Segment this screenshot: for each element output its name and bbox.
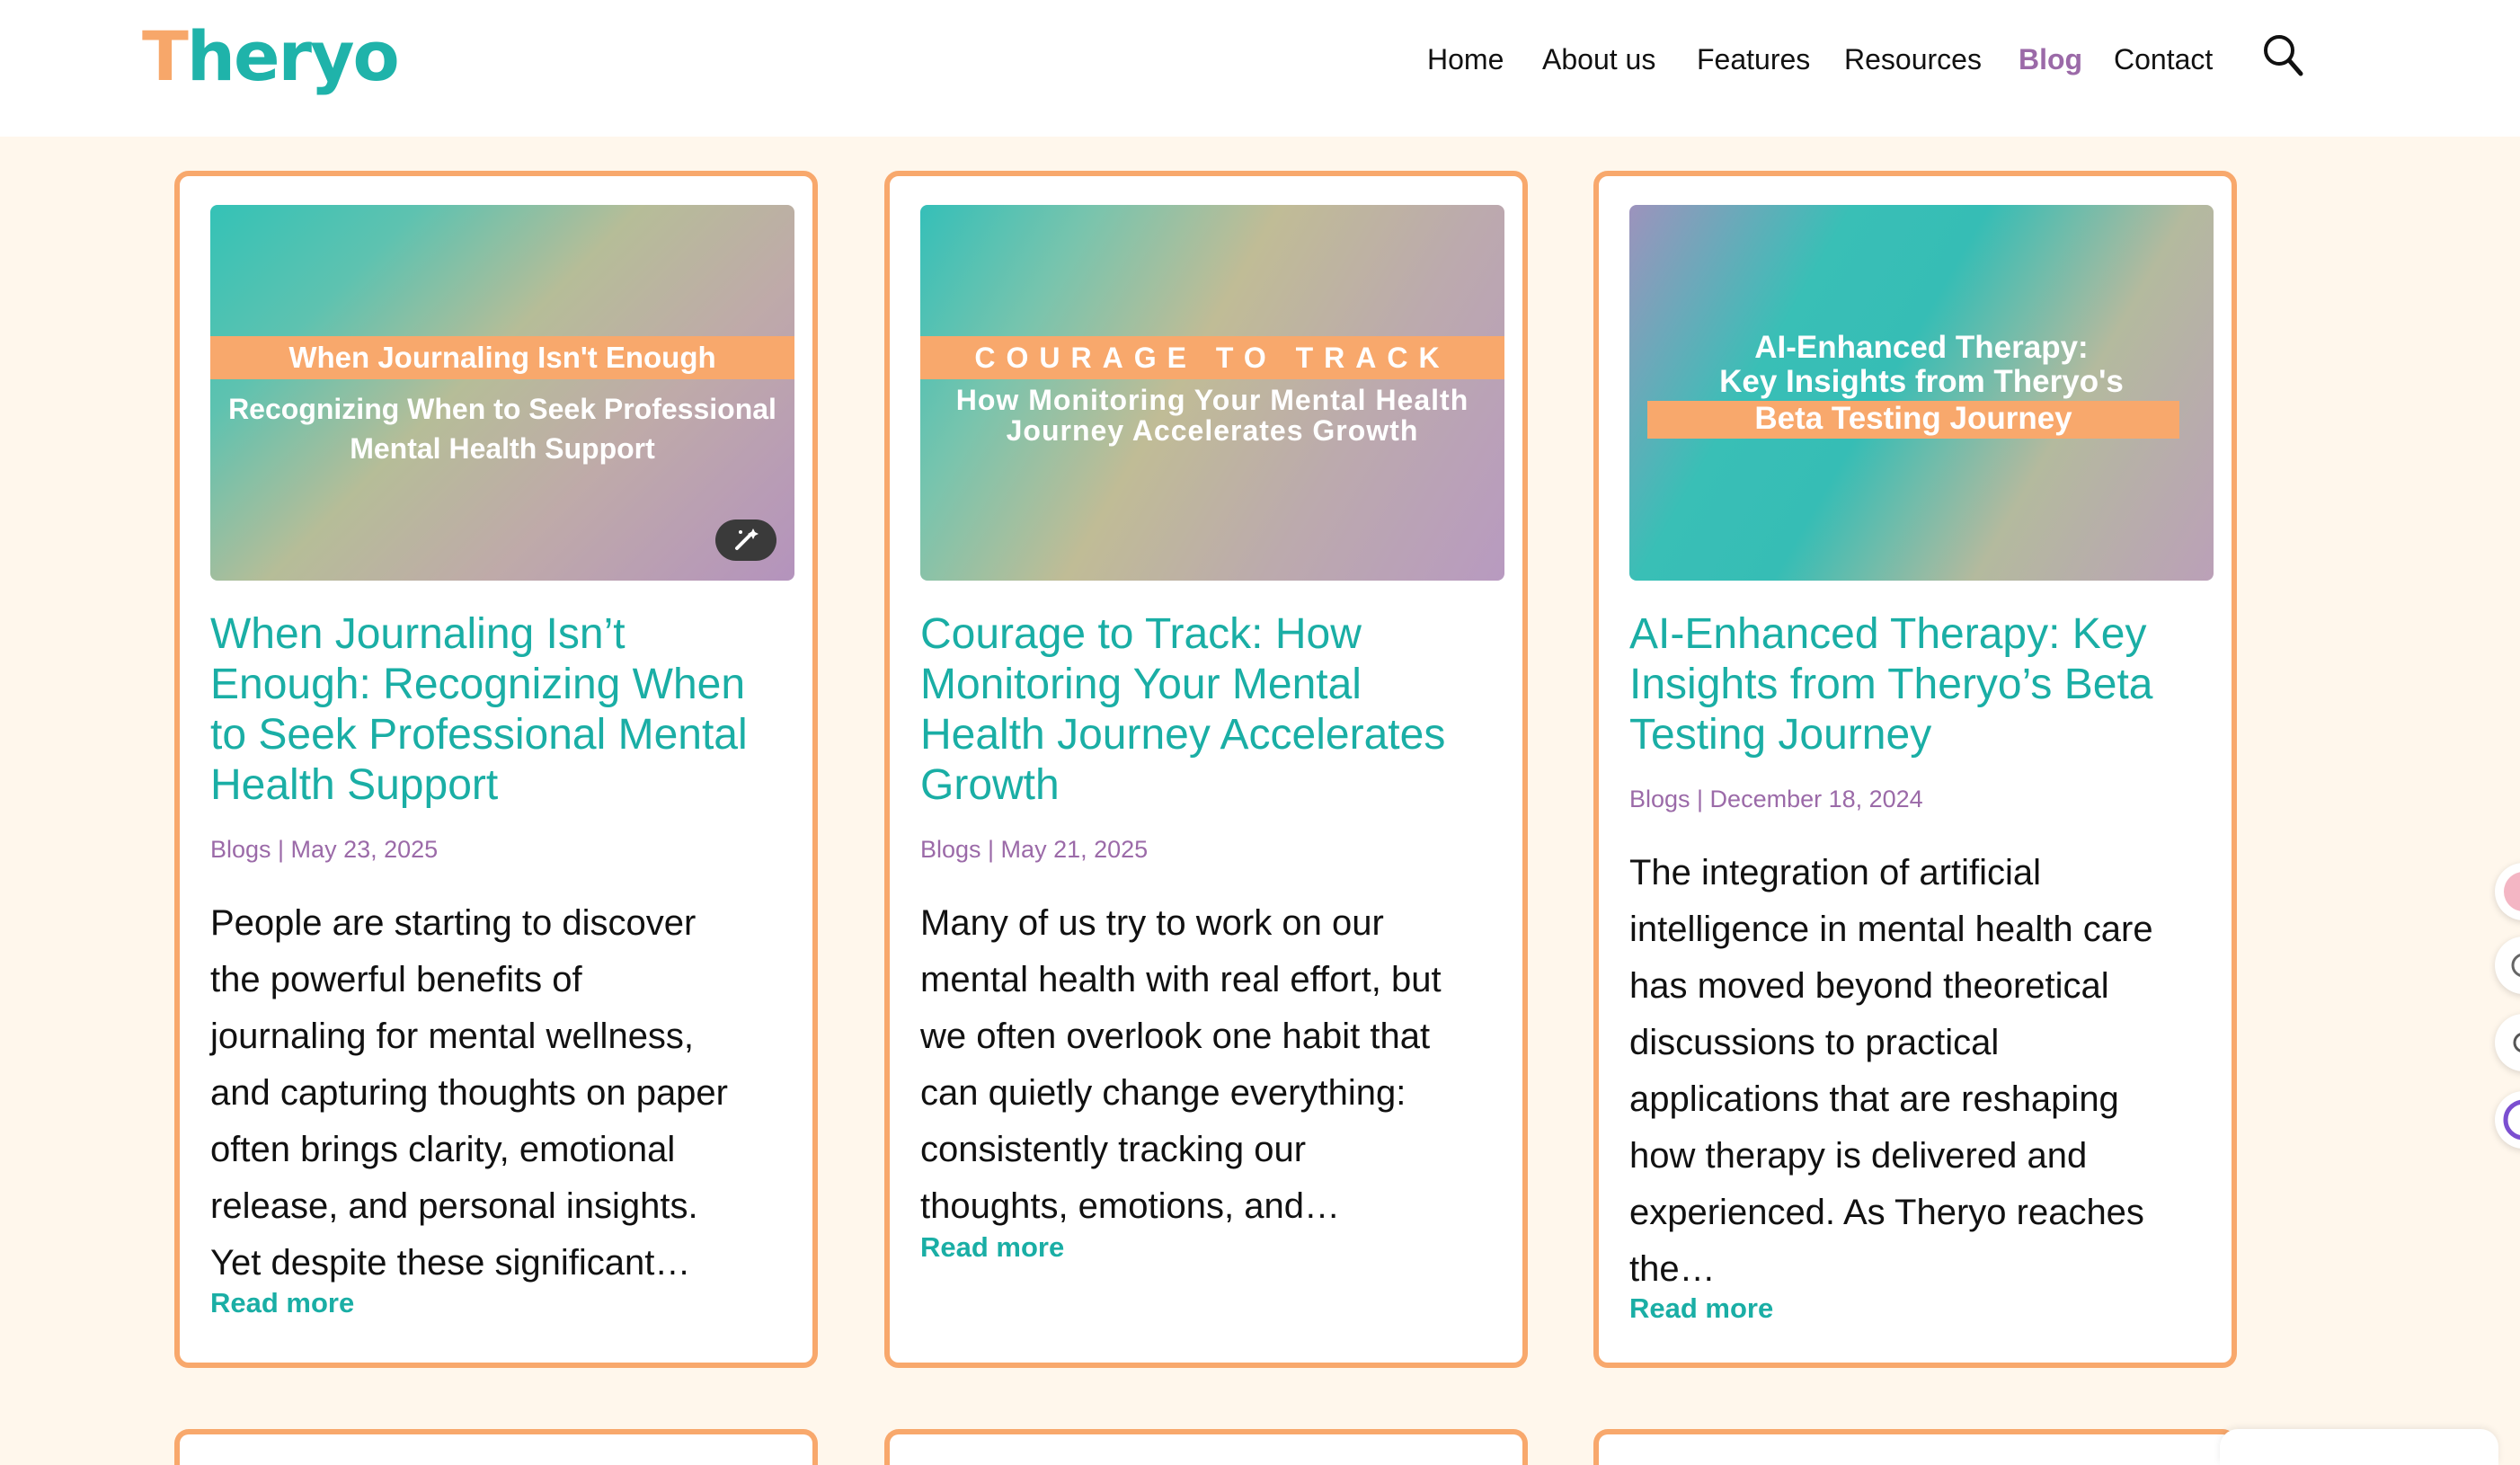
post-excerpt: People are starting to discover the powe… <box>210 895 803 1292</box>
excerpt-line: the powerful benefits of <box>210 960 582 999</box>
excerpt-line: can quietly change everything: <box>920 1073 1406 1113</box>
excerpt-line: has moved beyond theoretical <box>1629 966 2109 1006</box>
thumbnail-band-title: Beta Testing Journey <box>1647 401 2179 439</box>
nav-contact[interactable]: Contact <box>2114 43 2213 76</box>
excerpt-line: consistently tracking our <box>920 1130 1307 1169</box>
thumbnail-title-line: Key Insights from Theryo's <box>1719 364 2124 399</box>
thumbnail-band-title: When Journaling Isn't Enough <box>210 336 794 379</box>
excerpt-line: mental health with real effort, but <box>920 960 1442 999</box>
blog-card: COURAGE TO TRACK How Monitoring Your Men… <box>884 171 1528 1368</box>
post-meta: Blogs | May 23, 2025 <box>210 836 439 863</box>
post-title-line: Testing Journey <box>1629 711 1932 759</box>
site-header: Theryo Home About us Features Resources … <box>0 0 2520 137</box>
read-more-link[interactable]: Read more <box>210 1287 354 1319</box>
post-thumbnail[interactable]: COURAGE TO TRACK How Monitoring Your Men… <box>920 205 1504 581</box>
floating-action-button[interactable] <box>2495 863 2520 920</box>
blog-card-next-row <box>174 1429 818 1465</box>
excerpt-line: intelligence in mental health care <box>1629 910 2153 949</box>
post-title-line: Enough: Recognizing When <box>210 661 746 708</box>
excerpt-line: experienced. As Theryo reaches <box>1629 1193 2144 1232</box>
logo-text: heryo <box>186 16 400 96</box>
excerpt-line: we often overlook one habit that <box>920 1017 1431 1056</box>
floating-action-button[interactable] <box>2495 937 2520 994</box>
excerpt-line: discussions to practical <box>1629 1023 2000 1062</box>
logo-letter-t: T <box>142 16 189 96</box>
thumbnail-subtitle-line: How Monitoring Your Mental Health <box>955 384 1469 416</box>
excerpt-line: how therapy is delivered and <box>1629 1136 2088 1176</box>
post-title-line: Courage to Track: How <box>920 610 1362 658</box>
blog-card: When Journaling Isn't Enough Recognizing… <box>174 171 818 1368</box>
post-title-line: When Journaling Isn’t <box>210 610 626 658</box>
post-title[interactable]: When Journaling Isn’t Enough: Recognizin… <box>210 609 803 811</box>
read-more-link[interactable]: Read more <box>1629 1292 1773 1325</box>
nav-about-us[interactable]: About us <box>1542 43 1655 76</box>
nav-home[interactable]: Home <box>1427 43 1504 76</box>
excerpt-line: thoughts, emotions, and… <box>920 1186 1340 1226</box>
chat-widget-tab[interactable] <box>2220 1429 2498 1465</box>
floating-action-button[interactable] <box>2495 1014 2520 1071</box>
info-icon <box>2511 954 2520 977</box>
nav-features[interactable]: Features <box>1697 43 1810 76</box>
blog-card-next-row <box>884 1429 1528 1465</box>
accessibility-icon <box>2503 1099 2520 1141</box>
post-meta: Blogs | May 21, 2025 <box>920 836 1149 863</box>
thumbnail-title-line: AI-Enhanced Therapy: <box>1754 330 2089 365</box>
excerpt-line: and capturing thoughts on paper <box>210 1073 728 1113</box>
post-title-line: to Seek Professional Mental <box>210 711 748 759</box>
excerpt-line: Yet despite these significant… <box>210 1243 691 1283</box>
thumbnail-subtitle-line: Journey Accelerates Growth <box>1006 414 1419 447</box>
post-title-line: Growth <box>920 761 1060 809</box>
nav-blog[interactable]: Blog <box>2019 43 2082 76</box>
post-title-line: AI-Enhanced Therapy: Key <box>1629 610 2147 658</box>
post-meta: Blogs | December 18, 2024 <box>1629 786 1923 812</box>
post-title-line: Health Journey Accelerates <box>920 711 1446 759</box>
post-excerpt: Many of us try to work on our mental hea… <box>920 895 1513 1235</box>
post-excerpt: The integration of artificial intelligen… <box>1629 845 2223 1298</box>
share-icon <box>2513 1033 2520 1052</box>
post-title[interactable]: Courage to Track: How Monitoring Your Me… <box>920 609 1513 811</box>
post-title-line: Health Support <box>210 761 499 809</box>
excerpt-line: applications that are reshaping <box>1629 1079 2119 1119</box>
read-more-link[interactable]: Read more <box>920 1231 1064 1264</box>
magic-wand-icon <box>735 528 759 550</box>
search-icon[interactable] <box>2261 32 2304 79</box>
blog-card-next-row <box>1593 1429 2237 1465</box>
excerpt-line: The integration of artificial <box>1629 853 2042 892</box>
theryo-logo[interactable]: Theryo <box>142 16 400 97</box>
chat-avatar-icon <box>2504 872 2520 911</box>
thumbnail-band-title: COURAGE TO TRACK <box>920 336 1504 379</box>
excerpt-line: journaling for mental wellness, <box>210 1017 695 1056</box>
nav-resources[interactable]: Resources <box>1844 43 1982 76</box>
excerpt-line: People are starting to discover <box>210 903 697 943</box>
excerpt-line: Many of us try to work on our <box>920 903 1384 943</box>
post-thumbnail[interactable]: AI-Enhanced Therapy: Key Insights from T… <box>1629 205 2214 581</box>
post-thumbnail[interactable]: When Journaling Isn't Enough Recognizing… <box>210 205 794 581</box>
excerpt-line: release, and personal insights. <box>210 1186 698 1226</box>
post-title[interactable]: AI-Enhanced Therapy: Key Insights from T… <box>1629 609 2223 760</box>
post-title-line: Insights from Theryo’s Beta <box>1629 661 2153 708</box>
blog-card: AI-Enhanced Therapy: Key Insights from T… <box>1593 171 2237 1368</box>
post-title-line: Monitoring Your Mental <box>920 661 1362 708</box>
thumbnail-subtitle-line: Mental Health Support <box>350 432 655 465</box>
excerpt-line: often brings clarity, emotional <box>210 1130 676 1169</box>
excerpt-line: the… <box>1629 1249 1716 1289</box>
magic-wand-button[interactable] <box>715 519 776 561</box>
thumbnail-subtitle-line: Recognizing When to Seek Professional <box>228 393 776 425</box>
floating-action-button[interactable] <box>2495 1091 2520 1149</box>
